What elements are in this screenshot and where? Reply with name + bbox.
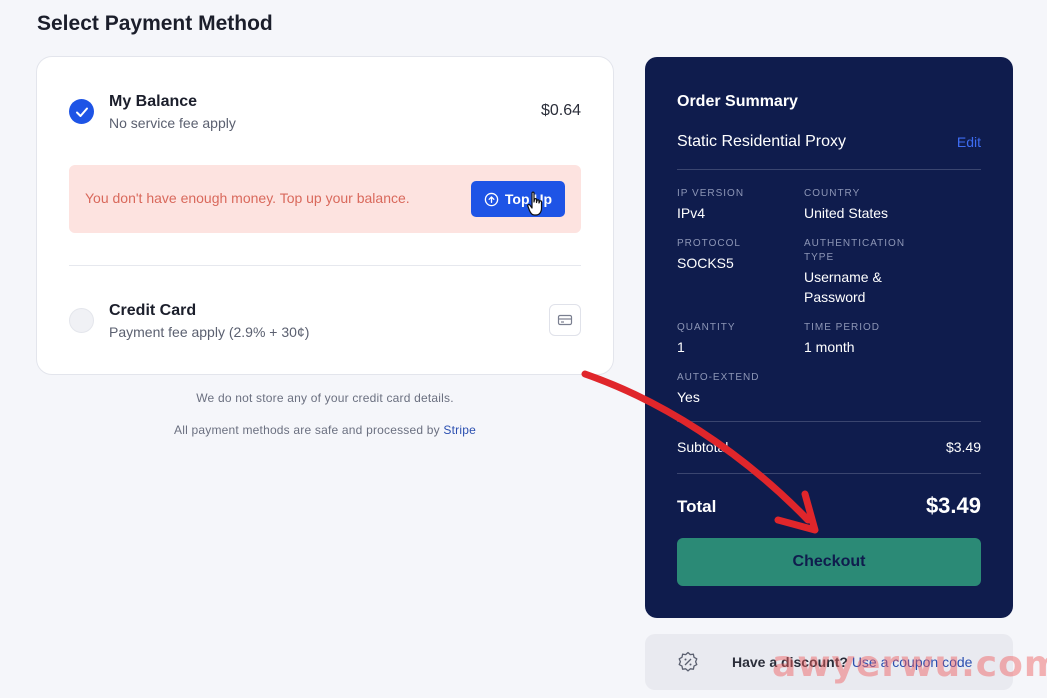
stripe-note-prefix: All payment methods are safe and process… bbox=[174, 423, 444, 437]
payment-methods-card: My Balance No service fee apply $0.64 Yo… bbox=[36, 56, 614, 375]
total-value: $3.49 bbox=[925, 493, 981, 518]
field-auto-extend: AUTO-EXTEND Yes bbox=[677, 371, 797, 407]
field-label: AUTO-EXTEND bbox=[677, 372, 760, 383]
checkout-button[interactable]: Checkout bbox=[677, 538, 981, 586]
alert-text: You don't have enough money. Top up your… bbox=[85, 190, 410, 206]
divider bbox=[69, 265, 581, 266]
subtotal-value: $3.49 bbox=[945, 439, 981, 455]
balance-subtitle: No service fee apply bbox=[109, 115, 236, 131]
field-label: COUNTRY bbox=[804, 188, 861, 199]
field-value: SOCKS5 bbox=[677, 255, 734, 271]
order-summary-title: Order Summary bbox=[677, 93, 798, 110]
stripe-note: All payment methods are safe and process… bbox=[36, 423, 614, 437]
field-label: PROTOCOL bbox=[677, 238, 741, 249]
balance-title: My Balance bbox=[109, 93, 198, 110]
field-quantity: QUANTITY 1 bbox=[677, 321, 797, 357]
field-value: IPv4 bbox=[677, 205, 706, 221]
field-protocol: PROTOCOL SOCKS5 bbox=[677, 237, 797, 273]
discount-badge-icon bbox=[678, 651, 698, 672]
credit-card-icon-box bbox=[549, 304, 581, 336]
field-value: Username & Password bbox=[804, 269, 882, 305]
watermark: awyerwu.com bbox=[772, 644, 1047, 685]
insufficient-funds-alert: You don't have enough money. Top up your… bbox=[69, 165, 581, 233]
subtotal-label: Subtotal bbox=[677, 439, 729, 455]
divider bbox=[677, 473, 981, 474]
top-up-button[interactable]: Top Up bbox=[471, 181, 565, 217]
field-ip-version: IP VERSION IPv4 bbox=[677, 187, 797, 223]
balance-radio-checked[interactable] bbox=[69, 99, 94, 124]
field-value: Yes bbox=[677, 389, 700, 405]
edit-link[interactable]: Edit bbox=[957, 134, 981, 150]
field-label: AUTHENTICATION TYPE bbox=[804, 238, 906, 263]
order-summary-panel: Order Summary Static Residential Proxy E… bbox=[645, 57, 1013, 618]
credit-card-title: Credit Card bbox=[109, 302, 197, 319]
credit-card-subtitle: Payment fee apply (2.9% + 30¢) bbox=[109, 324, 310, 340]
field-label: TIME PERIOD bbox=[804, 322, 881, 333]
credit-card-icon bbox=[557, 314, 573, 326]
field-value: 1 bbox=[677, 339, 685, 355]
field-authentication-type: AUTHENTICATION TYPE Username & Password bbox=[804, 237, 914, 307]
field-label: IP VERSION bbox=[677, 188, 745, 199]
field-value: 1 month bbox=[804, 339, 855, 355]
stripe-link[interactable]: Stripe bbox=[443, 423, 476, 437]
security-note: We do not store any of your credit card … bbox=[196, 391, 454, 405]
field-time-period: TIME PERIOD 1 month bbox=[804, 321, 924, 357]
hand-cursor-icon bbox=[527, 191, 543, 216]
field-country: COUNTRY United States bbox=[804, 187, 924, 223]
credit-card-radio[interactable] bbox=[69, 308, 94, 333]
total-label: Total bbox=[677, 497, 717, 516]
arrow-up-circle-icon bbox=[484, 192, 499, 206]
divider bbox=[677, 169, 981, 170]
page-title: Select Payment Method bbox=[37, 12, 273, 35]
balance-amount: $0.64 bbox=[540, 102, 581, 119]
product-name: Static Residential Proxy bbox=[677, 133, 846, 150]
field-value: United States bbox=[804, 205, 889, 221]
divider bbox=[677, 421, 981, 422]
field-label: QUANTITY bbox=[677, 322, 736, 333]
checkmark-icon bbox=[75, 107, 88, 117]
